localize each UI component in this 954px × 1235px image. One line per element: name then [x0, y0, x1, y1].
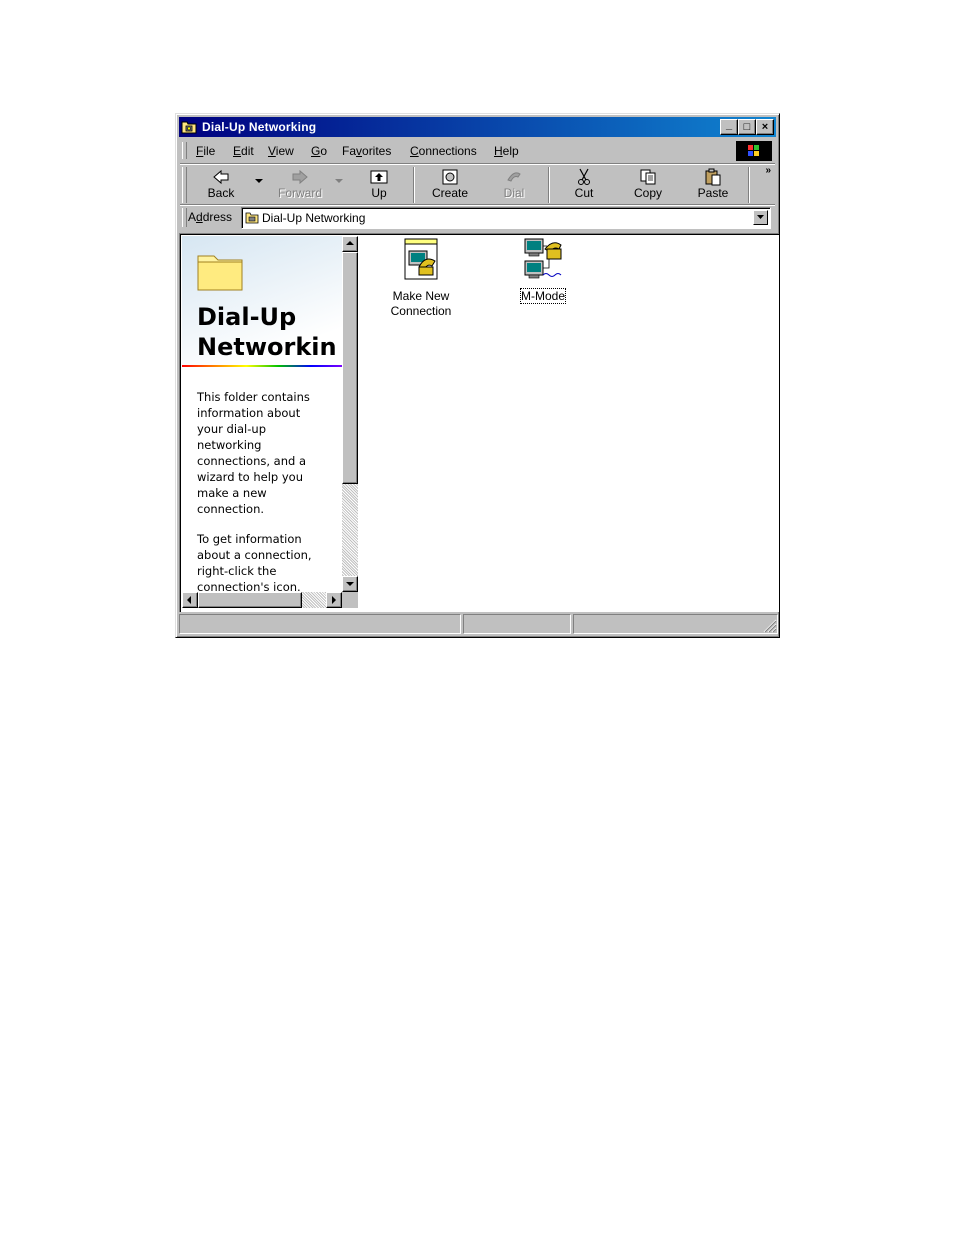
back-label: Back — [207, 186, 235, 200]
horizontal-scroll-thumb[interactable] — [198, 592, 302, 608]
status-panel-right — [573, 614, 778, 634]
minimize-icon: _ — [725, 119, 733, 131]
menu-view[interactable]: View — [268, 144, 294, 158]
windows-logo-icon — [736, 141, 772, 161]
standard-toolbar: Back Forward Up Create Dial Cut Copy Pas… — [180, 165, 775, 205]
forward-label: Forward — [277, 186, 322, 200]
rainbow-divider — [182, 365, 343, 367]
create-label: Create — [431, 186, 469, 200]
status-panel-main — [179, 614, 461, 634]
make-new-connection-item[interactable]: Make New Connection — [376, 237, 466, 321]
scroll-down-button[interactable] — [342, 576, 358, 592]
scroll-thumb[interactable] — [342, 252, 358, 484]
title-bar[interactable]: Dial-Up Networking _ □ × — [179, 117, 776, 137]
clipboard-icon — [705, 168, 721, 186]
forward-arrow-icon — [292, 169, 308, 185]
scissors-icon — [578, 168, 590, 185]
forward-button[interactable]: Forward — [270, 165, 330, 205]
dialup-folder-icon — [181, 121, 197, 134]
toolbar-more-chevron[interactable]: » — [765, 165, 771, 176]
scroll-right-button[interactable] — [326, 592, 342, 608]
forward-dropdown[interactable] — [332, 165, 346, 205]
status-bar — [179, 614, 778, 634]
dialup-connection-icon — [524, 238, 562, 279]
chevron-down-icon — [255, 179, 263, 183]
maximize-button[interactable]: □ — [738, 119, 756, 135]
addressbar-grip[interactable] — [182, 208, 187, 227]
up-label: Up — [371, 186, 387, 200]
folder-icon — [197, 255, 243, 291]
back-button[interactable]: Back — [194, 165, 248, 205]
web-view-pane: Dial-Up Networkin This folder contains i… — [182, 236, 343, 592]
chevron-down-icon — [757, 215, 764, 219]
minimize-button[interactable]: _ — [720, 119, 738, 135]
cut-button[interactable]: Cut — [556, 165, 612, 205]
pane-hint: To get information about a connection, r… — [197, 532, 312, 592]
phone-icon — [507, 172, 521, 182]
copy-button[interactable]: Copy — [620, 165, 676, 205]
cut-label: Cut — [574, 186, 594, 200]
address-dropdown-button[interactable] — [753, 210, 768, 225]
menu-connections[interactable]: Connections — [410, 144, 477, 158]
address-value: Dial-Up Networking — [262, 211, 366, 225]
menu-favorites[interactable]: Favorites — [342, 144, 391, 158]
arrow-up-icon — [346, 241, 354, 245]
address-input[interactable]: Dial-Up Networking — [241, 207, 771, 229]
toolbar-separator — [548, 167, 550, 203]
menu-bar: File Edit View Go Favorites Connections … — [180, 140, 775, 162]
back-arrow-icon — [213, 169, 229, 185]
make-new-connection-label: Make New Connection — [390, 289, 452, 318]
paste-label: Paste — [697, 186, 729, 200]
scrollbar-corner — [342, 592, 358, 608]
menu-go[interactable]: Go — [311, 144, 327, 158]
window-title: Dial-Up Networking — [202, 120, 317, 134]
menu-edit[interactable]: Edit — [233, 144, 254, 158]
scroll-left-button[interactable] — [182, 592, 198, 608]
close-button[interactable]: × — [756, 119, 774, 135]
maximize-icon: □ — [743, 121, 751, 133]
menu-help[interactable]: Help — [494, 144, 519, 158]
create-connection-icon — [442, 169, 458, 185]
menubar-grip[interactable] — [182, 142, 187, 159]
copy-icon — [640, 169, 656, 185]
address-bar: Address Dial-Up Networking — [180, 206, 775, 230]
resize-grip-icon[interactable] — [763, 619, 777, 633]
status-panel-middle — [463, 614, 571, 634]
dial-button[interactable]: Dial — [484, 165, 544, 205]
folder-view: Dial-Up Networkin This folder contains i… — [179, 233, 779, 612]
paste-button[interactable]: Paste — [684, 165, 742, 205]
m-mode-label: M-Mode — [519, 288, 567, 304]
scroll-up-button[interactable] — [342, 236, 358, 252]
toolbar-separator — [413, 167, 415, 203]
toolbar-grip[interactable] — [182, 167, 187, 203]
left-pane-vertical-scrollbar[interactable] — [342, 236, 358, 592]
copy-label: Copy — [633, 186, 662, 200]
m-mode-connection-item[interactable]: M-Mode — [498, 237, 588, 307]
toolbar-separator — [748, 167, 750, 203]
menu-file[interactable]: File — [196, 144, 215, 158]
back-dropdown[interactable] — [252, 165, 266, 205]
close-icon: × — [761, 121, 769, 133]
pane-title: Dial-Up Networkin — [197, 303, 337, 361]
arrow-down-icon — [346, 582, 354, 586]
left-pane-horizontal-scrollbar[interactable] — [182, 592, 342, 608]
dialup-folder-icon — [245, 212, 259, 224]
address-label: Address — [188, 210, 233, 224]
arrow-right-icon — [332, 596, 336, 604]
up-button[interactable]: Up — [352, 165, 406, 205]
arrow-left-icon — [187, 596, 191, 604]
explorer-window: Dial-Up Networking _ □ × File Edit View … — [175, 113, 780, 638]
folder-up-icon — [370, 170, 388, 184]
dial-label: Dial — [503, 186, 525, 200]
make-new-connection-icon — [404, 238, 438, 280]
chevron-down-icon — [335, 179, 343, 183]
create-button[interactable]: Create — [420, 165, 480, 205]
pane-description: This folder contains information about y… — [197, 390, 310, 516]
